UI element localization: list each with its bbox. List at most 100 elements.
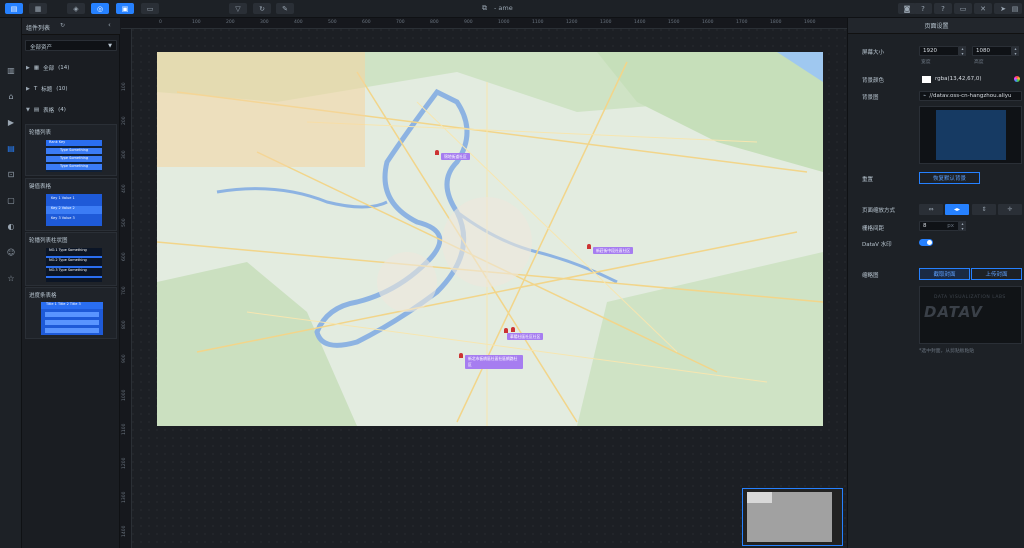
map-marker[interactable]: 新莊街中段社區社区 <box>593 247 634 254</box>
map-marker[interactable]: 锦地街道社区 <box>441 153 470 160</box>
settings-title: 页面设置 <box>848 18 1024 34</box>
map-component[interactable]: 锦地街道社区 新莊街中段社區社区 華陽社區社区社区 新北市板橋區社區社區網路社区 <box>157 52 823 426</box>
relation-icon[interactable]: ⊡ <box>5 168 17 180</box>
collapse-icon[interactable]: ‹ <box>108 21 111 29</box>
minimap-viewport[interactable] <box>747 492 772 503</box>
thumbnail-label: 缩略图 <box>862 273 879 279</box>
favorite-icon[interactable]: ☆ <box>5 272 17 284</box>
map-pin-icon <box>587 244 591 249</box>
other-icon[interactable]: ☺ <box>5 246 17 258</box>
caret-right-icon: ▶ <box>26 65 30 71</box>
category-all[interactable]: ▶ ▦ 全部 (14) <box>26 62 69 74</box>
height-input[interactable]: 1080 <box>972 46 1012 56</box>
ruler-vertical: 100 200 300 400 500 600 700 800 900 1000… <box>121 29 132 548</box>
grid-spacing-input[interactable]: 8 px <box>919 221 959 231</box>
height-stepper[interactable]: ▴ ▾ <box>1012 46 1019 56</box>
question-icon[interactable]: ? <box>934 3 952 14</box>
height-sublabel: 高度 <box>974 60 984 65</box>
filter-icon[interactable]: ▽ <box>229 3 247 14</box>
component-icon[interactable]: ▦ <box>29 3 47 14</box>
layout-icon[interactable]: ▣ <box>116 3 134 14</box>
reset-background-button[interactable]: 恢复默认背景 <box>919 172 980 184</box>
title-icon: T <box>33 86 38 92</box>
link-icon: ⌁ <box>923 93 927 99</box>
panel-icon[interactable]: ◎ <box>91 3 109 14</box>
media-icon[interactable]: ▶ <box>5 116 17 128</box>
bg-image-url-input[interactable]: ⌁ //datav.oss-cn-hangzhou.aliyu <box>919 91 1022 101</box>
datav-logo: DATAV <box>924 303 983 321</box>
grid-stepper[interactable]: ▴ ▾ <box>959 221 966 231</box>
chart-icon[interactable]: ▥ <box>5 64 17 76</box>
table-icon: ▤ <box>33 107 40 113</box>
refresh-icon[interactable]: ↻ <box>253 3 271 14</box>
map-marker[interactable]: 華陽社區社区社区 <box>507 333 544 340</box>
upload-cover-button[interactable]: 上传封面 <box>971 268 1022 280</box>
top-toolbar: ▤ ▦ ◈ ◎ ▣ ▭ ▽ ↻ ✎ ⧉ - ame ◙ ? ? ▭ ✕ ➤ ▤ <box>0 0 1024 18</box>
zoom-fit-width-button[interactable]: ⇔ <box>919 204 943 215</box>
overlay-table-component[interactable] <box>157 52 365 167</box>
component-panel-title: 组件列表 <box>26 25 51 32</box>
screen-icon[interactable]: ▭ <box>954 3 972 14</box>
caret-right-icon: ▶ <box>26 86 30 92</box>
layers-icon[interactable]: ▤ <box>5 3 23 14</box>
ruler-horizontal: 0 100 200 300 400 500 600 700 800 900 10… <box>121 18 847 29</box>
brush-icon[interactable]: ✎ <box>276 3 294 14</box>
zoom-mode-label: 页面缩放方式 <box>862 208 896 214</box>
bg-image-thumbnail <box>936 110 1006 160</box>
component-panel: 组件列表 ↻ ‹ 全部资产 ▼ ▶ ▦ 全部 (14) ▶ T 标题 (10) … <box>22 18 120 548</box>
zoom-none-button[interactable]: ✛ <box>998 204 1022 215</box>
progress-row <box>45 312 99 317</box>
zoom-fit-full-button[interactable]: ◂▸ <box>945 204 969 215</box>
width-stepper[interactable]: ▴ ▾ <box>959 46 966 56</box>
doc-icon[interactable]: ▢ <box>5 194 17 206</box>
settings-icon[interactable]: ◈ <box>67 3 85 14</box>
document-title: - ame <box>494 4 513 12</box>
refresh-icon[interactable]: ↻ <box>60 22 65 29</box>
map-icon[interactable]: ⌂ <box>5 90 17 102</box>
save-icon[interactable]: ▭ <box>141 3 159 14</box>
card-preview: Key 1 Value 1 Key 2 Value 2 Key 3 Value … <box>46 194 102 226</box>
map-pin-icon <box>435 150 439 155</box>
capture-cover-button[interactable]: 截取封面 <box>919 268 970 280</box>
copy-icon: ⧉ <box>482 4 487 12</box>
component-card-carousel-bar-chart[interactable]: 轮播列表柱状图 NO.1 Type Something NO.2 Type So… <box>25 232 117 286</box>
card-preview: Rank Key Type Something Type Something T… <box>46 140 102 172</box>
component-card-key-value-table[interactable]: 键值表格 Key 1 Value 1 Key 2 Value 2 Key 3 V… <box>25 178 117 231</box>
bg-image-preview[interactable] <box>919 106 1022 164</box>
bg-color-label: 背景颜色 <box>862 78 885 84</box>
width-input[interactable]: 1920 <box>919 46 959 56</box>
cross-icon[interactable]: ✕ <box>974 3 992 14</box>
card-preview: Title 1 Title 2 Title 3 <box>41 302 103 335</box>
minimap[interactable] <box>742 488 843 546</box>
interact-icon[interactable]: ◐ <box>5 220 17 232</box>
table-icon[interactable]: ▤ <box>5 142 17 154</box>
cover-thumbnail[interactable]: DATA VISUALIZATION LABS DATAV <box>919 286 1022 344</box>
category-title[interactable]: ▶ T 标题 (10) <box>26 83 68 95</box>
screen-size-label: 屏幕大小 <box>862 50 885 56</box>
width-sublabel: 宽度 <box>921 60 931 65</box>
watermark-label: DataV 水印 <box>862 242 892 248</box>
help-icon[interactable]: ? <box>914 3 932 14</box>
caret-down-icon: ▼ <box>26 107 30 113</box>
logo-subtitle: DATA VISUALIZATION LABS <box>934 295 1006 300</box>
category-rail: ▥ ⌂ ▶ ▤ ⊡ ▢ ◐ ☺ ☆ <box>0 18 22 548</box>
watermark-toggle[interactable] <box>919 239 933 246</box>
progress-row <box>45 328 99 333</box>
asset-select[interactable]: 全部资产 ▼ <box>25 40 117 51</box>
grid-spacing-label: 栅格间距 <box>862 226 885 232</box>
component-card-carousel-list[interactable]: 轮播列表 Rank Key Type Something Type Someth… <box>25 124 117 176</box>
component-card-progress-table[interactable]: 进度条表格 Title 1 Title 2 Title 3 <box>25 287 117 339</box>
preview-icon[interactable]: ▤ <box>1008 3 1022 14</box>
toggle-knob <box>927 240 932 245</box>
map-pin-icon <box>459 353 463 358</box>
category-table[interactable]: ▼ ▤ 表格 (4) <box>26 104 66 116</box>
zoom-fit-height-button[interactable]: ⇕ <box>972 204 996 215</box>
color-swatch[interactable] <box>922 75 931 83</box>
bg-image-label: 背景图 <box>862 95 879 101</box>
bg-color-field[interactable]: rgba(13,42,67,0) <box>919 74 1022 84</box>
palette-icon[interactable] <box>1014 76 1020 82</box>
thumbnail-note: *选中封面，从剪贴板粘贴 <box>919 349 975 354</box>
page-settings-panel: 页面设置 屏幕大小 1920 ▴ ▾ 1080 ▴ ▾ 宽度 高度 背景颜色 rgb… <box>847 18 1024 548</box>
map-marker[interactable]: 新北市板橋區社區社區網路社区 <box>465 355 523 369</box>
component-panel-header: 组件列表 ↻ ‹ <box>22 18 120 35</box>
